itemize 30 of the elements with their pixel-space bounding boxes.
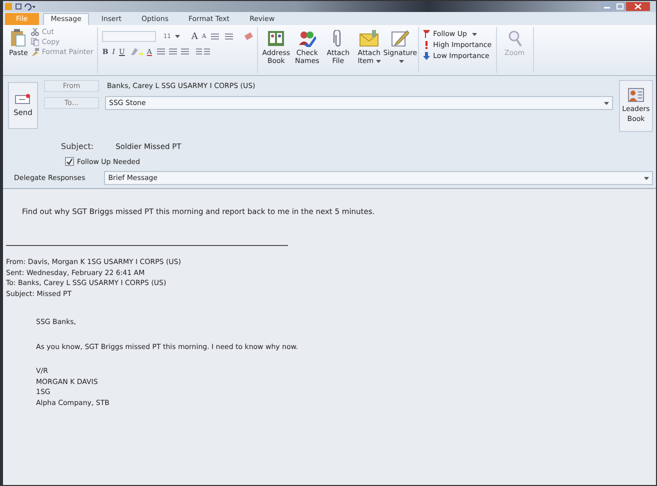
eraser-icon[interactable]	[244, 32, 254, 41]
scissors-icon	[30, 28, 39, 36]
caret-icon	[398, 60, 404, 63]
alignment-icon[interactable]	[156, 47, 210, 56]
caret-icon	[644, 176, 649, 180]
clipboard-icon	[10, 29, 26, 47]
people-check-icon	[298, 30, 316, 47]
brush-icon	[30, 48, 39, 56]
grow-font-button[interactable]: A	[191, 32, 198, 42]
envelope-icon	[359, 30, 380, 47]
exclamation-icon	[423, 41, 430, 49]
subject-label: Subject:	[61, 142, 94, 151]
paperclip-icon	[333, 30, 344, 47]
caret-icon	[174, 35, 180, 38]
caret-icon	[472, 32, 477, 36]
quick-access-icon[interactable]	[5, 2, 35, 11]
envelope-icon	[15, 94, 31, 104]
address-book-icon	[267, 30, 286, 47]
font-name-field[interactable]	[102, 31, 156, 42]
highlighter-icon[interactable]	[128, 47, 143, 56]
caret-icon	[376, 60, 381, 63]
down-arrow-icon	[423, 52, 430, 60]
contact-card-icon	[628, 88, 644, 102]
flag-icon	[423, 30, 430, 38]
pencil-page-icon	[391, 30, 410, 47]
caret-icon	[604, 102, 609, 104]
copy-icon	[30, 38, 39, 46]
window-controls-icon[interactable]	[600, 2, 650, 11]
magnifier-icon	[508, 30, 522, 47]
checkbox[interactable]	[65, 157, 74, 166]
